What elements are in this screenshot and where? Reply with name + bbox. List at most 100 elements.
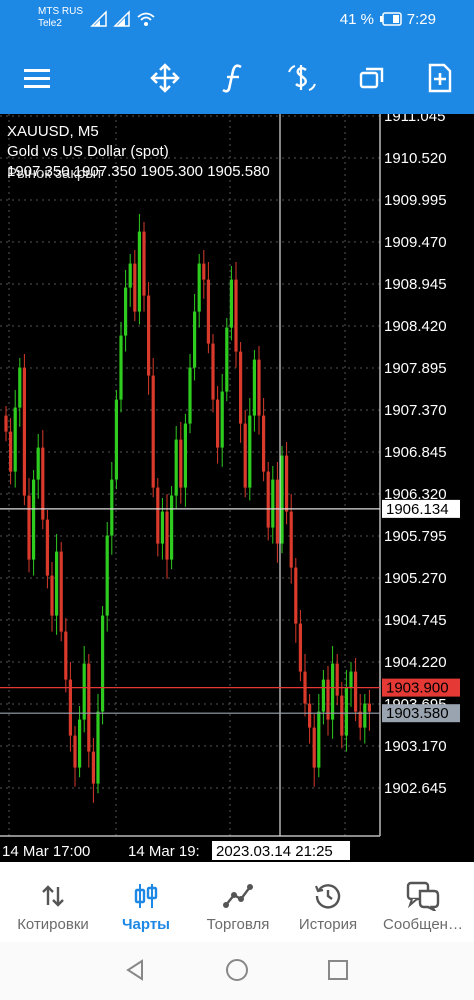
signal-icon-2 — [113, 10, 130, 27]
candle-body — [229, 279, 233, 328]
candle-body — [340, 695, 344, 736]
nav-charts[interactable]: Чарты — [100, 862, 192, 942]
candle-body — [275, 479, 279, 544]
candle-body — [124, 287, 128, 336]
messages-chat-icon — [406, 881, 440, 911]
candle-body — [142, 231, 146, 296]
carrier-info: MTS RUS Tele2 — [38, 6, 83, 30]
candle-body — [119, 335, 123, 400]
menu-button[interactable] — [19, 60, 55, 96]
candle-body — [294, 567, 298, 624]
candle-body — [220, 391, 224, 448]
recents-icon[interactable] — [326, 958, 350, 982]
candle-body — [128, 263, 132, 288]
price-axis-label: 1911.045 — [384, 114, 445, 125]
price-axis-label: 1904.220 — [384, 654, 447, 671]
chart-toolbar — [0, 40, 474, 114]
candle-body — [335, 663, 339, 696]
clock: 7:29 — [406, 11, 436, 28]
candle-body — [363, 703, 367, 728]
price-axis-label: 1906.845 — [384, 444, 447, 461]
candle-body — [197, 263, 201, 312]
candle-body — [114, 399, 118, 480]
status-bar: MTS RUS Tele2 41 % 7:29 — [0, 0, 474, 40]
candle-body — [160, 511, 164, 544]
candle-body — [64, 631, 68, 680]
candle-body — [262, 415, 266, 472]
candles-chart-icon — [134, 884, 158, 908]
ask-price-tag: 1903.900 — [386, 680, 449, 697]
candle-body — [87, 663, 91, 752]
system-navigation — [0, 942, 474, 1000]
symbol-dollar-icon — [288, 65, 316, 91]
time-axis-label: 14 Mar 17:00 — [2, 843, 90, 860]
candle-body — [349, 671, 353, 688]
candle-body — [4, 415, 8, 432]
bottom-navigation: Котировки Чарты Торговля История Сообщен… — [0, 862, 474, 942]
nav-quotes-label: Котировки — [17, 916, 89, 933]
carrier-primary: MTS RUS — [38, 6, 83, 17]
candle-body — [206, 279, 210, 344]
candle-body — [312, 727, 316, 768]
candle-body — [22, 367, 26, 496]
timeframe-button[interactable] — [354, 60, 390, 96]
candle-body — [170, 495, 174, 560]
candle-body — [344, 687, 348, 736]
nav-history[interactable]: История — [284, 862, 372, 942]
candle-body — [82, 663, 86, 720]
candle-body — [280, 455, 284, 544]
price-axis-label: 1909.470 — [384, 234, 447, 251]
candle-body — [101, 615, 105, 712]
candle-body — [151, 375, 155, 488]
symbols-button[interactable] — [284, 60, 320, 96]
candle-body — [234, 279, 238, 352]
chart-symbol: XAUUSD, M5 — [7, 123, 99, 140]
candle-body — [9, 431, 13, 472]
candle-body — [243, 423, 247, 488]
candle-body — [354, 671, 358, 712]
home-icon[interactable] — [225, 958, 249, 982]
candle-body — [211, 343, 215, 400]
battery-percent: 41 % — [339, 11, 374, 28]
price-axis-label: 1904.745 — [384, 612, 447, 629]
candle-body — [32, 479, 36, 560]
candle-body — [225, 327, 229, 392]
back-icon[interactable] — [124, 958, 148, 982]
candle-body — [289, 511, 293, 568]
candle-body — [298, 623, 302, 672]
candle-body — [78, 719, 82, 768]
nav-history-label: История — [298, 916, 358, 933]
carrier-secondary: Tele2 — [38, 18, 62, 29]
crosshair-time-tag: 2023.03.14 21:25 — [216, 843, 333, 860]
nav-messages[interactable]: Сообщен… — [372, 862, 474, 942]
candle-body — [55, 551, 59, 616]
price-axis-label: 1910.520 — [384, 150, 447, 167]
candle-body — [367, 703, 371, 712]
price-axis-label: 1905.270 — [384, 570, 447, 587]
timeframe-windows-icon — [359, 67, 384, 89]
price-axis-label: 1902.645 — [384, 780, 447, 797]
wifi-icon — [137, 12, 155, 26]
indicators-button[interactable] — [215, 60, 251, 96]
candle-body — [147, 295, 151, 376]
candle-body — [239, 351, 243, 424]
candle-body — [156, 487, 160, 544]
menu-icon — [24, 69, 50, 88]
candle-body — [45, 519, 49, 576]
candle-body — [331, 663, 335, 720]
battery-icon — [380, 12, 402, 26]
candle-body — [133, 263, 137, 312]
price-chart[interactable]: 1911.045 1910.520 1909.995 1909.470 1908.945… — [0, 114, 474, 860]
crosshair-button[interactable] — [147, 60, 183, 96]
candle-body — [165, 511, 169, 560]
candle-body — [18, 367, 22, 408]
candle-body — [285, 455, 289, 512]
nav-trade[interactable]: Торговля — [192, 862, 284, 942]
nav-quotes[interactable]: Котировки — [0, 862, 106, 942]
chart-header: XAUUSD, M5 Gold vs US Dollar (spot) 1907… — [7, 122, 270, 182]
candle-body — [257, 359, 261, 416]
chart-canvas[interactable]: 1911.045 1910.520 1909.995 1909.470 1908.945… — [0, 114, 474, 860]
new-order-button[interactable] — [422, 60, 458, 96]
crosshair-price-tag: 1906.134 — [386, 501, 449, 518]
price-axis-label: 1908.420 — [384, 318, 447, 335]
